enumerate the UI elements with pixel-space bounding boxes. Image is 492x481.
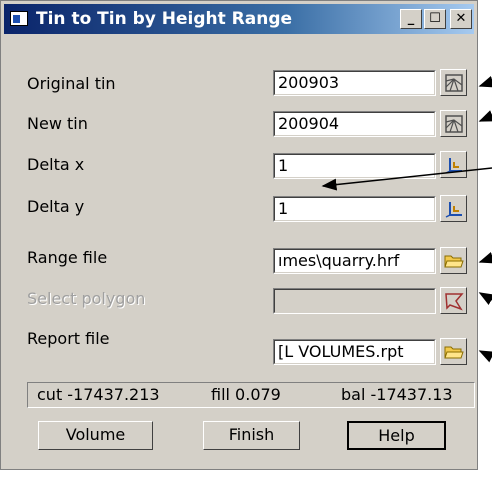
callout-arrow — [321, 167, 492, 191]
callout-arrow — [478, 252, 492, 264]
callout-arrows — [321, 76, 492, 363]
callout-arrow — [478, 76, 492, 88]
callout-arrow — [478, 292, 492, 305]
callout-arrow — [478, 350, 492, 363]
callout-arrow — [478, 110, 492, 122]
